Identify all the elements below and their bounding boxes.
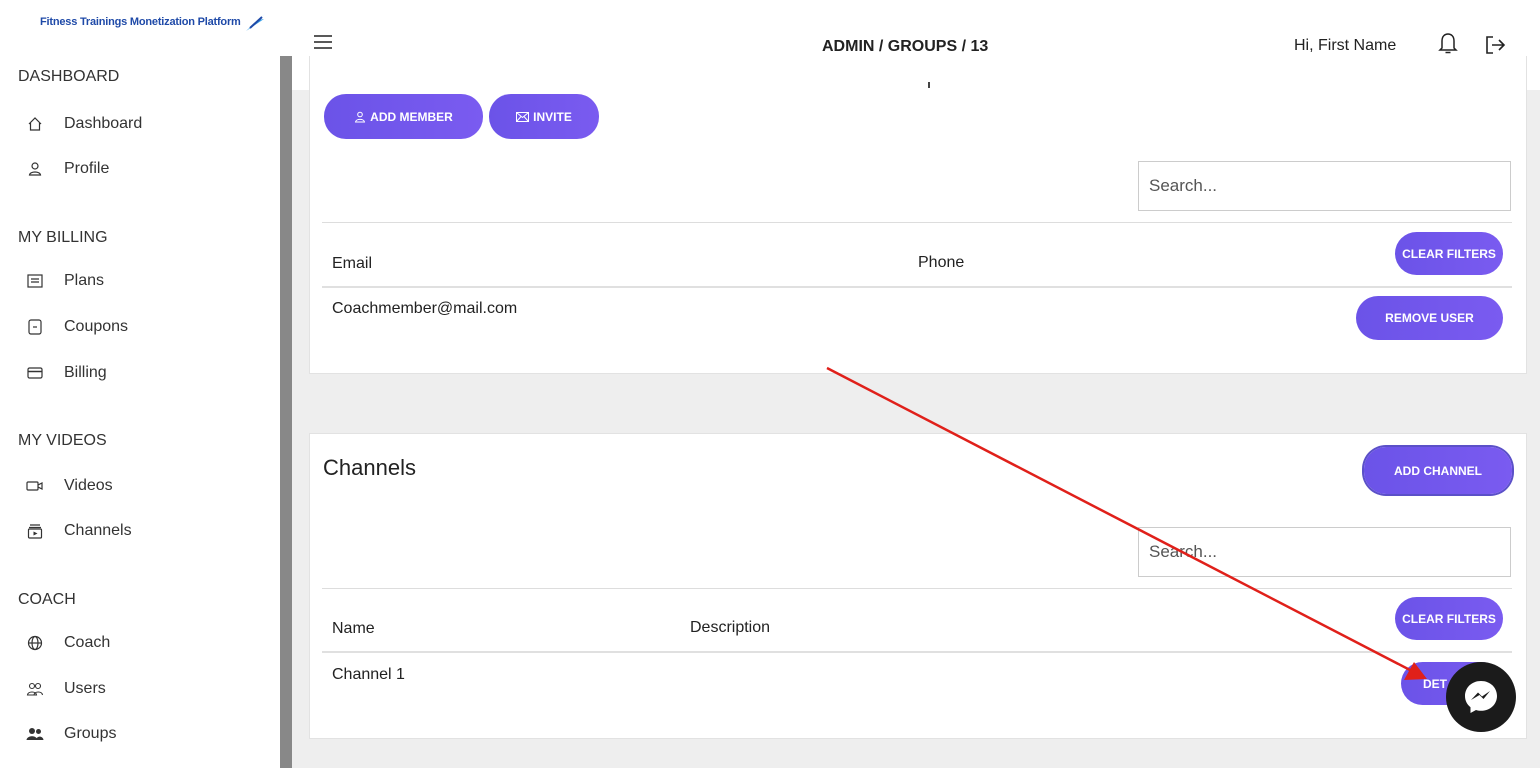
messenger-chat-button[interactable] (1446, 662, 1516, 732)
channels-search-input[interactable] (1138, 527, 1511, 577)
sidebar-item-label: Coupons (64, 318, 129, 335)
section-title-videos: MY VIDEOS (18, 432, 107, 449)
user-greeting[interactable]: Hi, First Name (1294, 37, 1396, 55)
sidebar-scrollbar[interactable] (280, 56, 292, 768)
invite-label: INVITE (533, 109, 572, 124)
sidebar-item-label: Channels (64, 522, 132, 539)
invite-button[interactable]: INVITE (489, 94, 599, 139)
sidebar-item-label: Billing (64, 364, 107, 381)
sidebar-item-label: Coach (64, 634, 111, 651)
video-icon (26, 477, 44, 495)
sidebar-item-label: Plans (64, 272, 105, 289)
sidebar-item-label: Users (64, 680, 106, 697)
section-title-billing: MY BILLING (18, 229, 108, 246)
mail-icon (516, 111, 530, 122)
sidebar-item-label: Groups (64, 725, 117, 742)
sidebar-item-label: Profile (64, 160, 110, 177)
table-header-divider (322, 651, 1512, 653)
section-title-coach: COACH (18, 591, 76, 608)
add-channel-button[interactable]: ADD CHANNEL (1364, 447, 1512, 494)
logo-swoosh-icon (245, 13, 266, 31)
logo-text: Fitness Trainings Monetization Platform (40, 16, 241, 28)
user-icon (355, 111, 366, 122)
details-label: DET (1423, 676, 1447, 691)
clear-filters-label: CLEAR FILTERS (1402, 611, 1496, 626)
coupon-icon (26, 318, 44, 336)
sidebar-item-channels[interactable]: Channels (26, 516, 132, 546)
members-clear-filters-button[interactable]: CLEAR FILTERS (1395, 232, 1503, 275)
sidebar-item-dashboard[interactable]: Dashboard (26, 109, 142, 139)
section-title-dashboard: DASHBOARD (18, 68, 120, 85)
users-icon (26, 680, 44, 698)
column-header-email[interactable]: Email (332, 255, 372, 273)
home-icon (26, 115, 44, 133)
app-logo[interactable]: Fitness Trainings Monetization Platform (40, 10, 268, 34)
table-header-divider (322, 286, 1512, 288)
groups-icon (26, 725, 44, 743)
remove-user-label: REMOVE USER (1385, 311, 1474, 325)
channels-clear-filters-button[interactable]: CLEAR FILTERS (1395, 597, 1503, 640)
sidebar-item-videos[interactable]: Videos (26, 471, 113, 501)
divider (322, 222, 1512, 223)
sidebar: Fitness Trainings Monetization Platform … (0, 0, 280, 768)
channels-icon (26, 522, 44, 540)
sidebar-item-coach[interactable]: Coach (26, 628, 110, 658)
sidebar-item-plans[interactable]: Plans (26, 266, 104, 296)
add-member-button[interactable]: ADD MEMBER (324, 94, 483, 139)
divider (322, 588, 1512, 589)
truncated-text-mark (928, 82, 930, 88)
clear-filters-label: CLEAR FILTERS (1402, 246, 1496, 261)
add-channel-label: ADD CHANNEL (1394, 463, 1482, 478)
column-header-name[interactable]: Name (332, 620, 375, 638)
column-header-phone[interactable]: Phone (918, 254, 964, 272)
sidebar-item-groups[interactable]: Groups (26, 719, 116, 749)
channels-card (309, 433, 1527, 739)
menu-toggle-icon[interactable] (313, 34, 333, 55)
credit-card-icon (26, 364, 44, 382)
remove-user-button[interactable]: REMOVE USER (1356, 296, 1503, 340)
members-search-input[interactable] (1138, 161, 1511, 211)
messenger-icon (1465, 681, 1497, 713)
globe-icon (26, 634, 44, 652)
user-icon (26, 160, 44, 178)
breadcrumb: ADMIN / GROUPS / 13 (822, 38, 989, 55)
column-header-description[interactable]: Description (690, 619, 770, 637)
sidebar-item-billing[interactable]: Billing (26, 358, 107, 388)
member-email-cell: Coachmember@mail.com (332, 300, 518, 317)
add-member-label: ADD MEMBER (370, 109, 453, 124)
channel-name-cell: Channel 1 (332, 666, 405, 683)
sidebar-item-label: Dashboard (64, 115, 143, 132)
sidebar-item-label: Videos (64, 477, 113, 494)
sidebar-item-coupons[interactable]: Coupons (26, 312, 128, 342)
channels-title: Channels (323, 455, 416, 480)
sidebar-item-users[interactable]: Users (26, 674, 106, 704)
list-icon (26, 272, 44, 290)
sidebar-item-profile[interactable]: Profile (26, 154, 109, 184)
